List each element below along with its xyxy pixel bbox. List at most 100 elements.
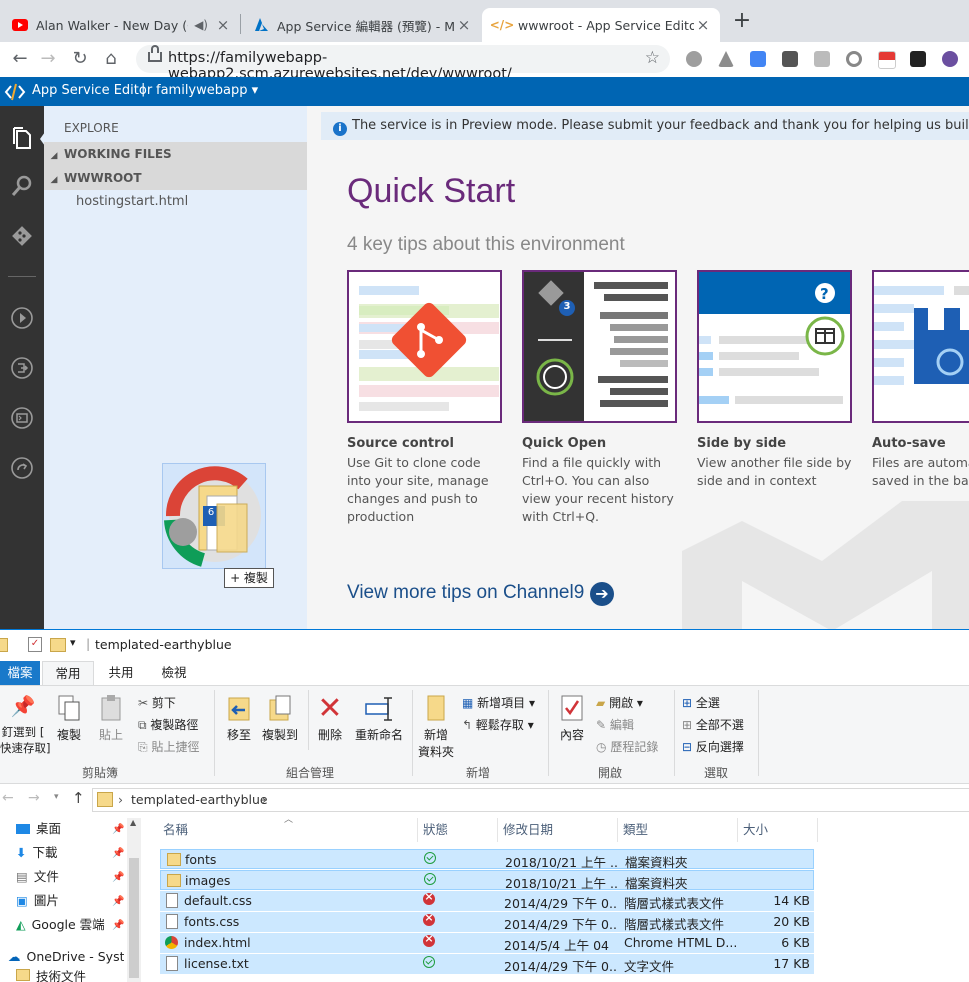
file-row[interactable]: index.html 2014/5/4 上午 04 Chrome HTML D.… bbox=[160, 933, 814, 953]
history-button[interactable]: ◷ 歷程記錄 bbox=[596, 738, 658, 755]
nav-item-desktop[interactable]: 桌面 bbox=[16, 818, 61, 840]
translate-extension-icon[interactable] bbox=[750, 51, 766, 67]
column-name[interactable]: 名稱 bbox=[158, 818, 418, 842]
home-icon[interactable]: ⌂ bbox=[99, 47, 123, 71]
select-all-button[interactable]: ⊞ 全選 bbox=[682, 694, 720, 711]
pin-icon[interactable]: 📌 bbox=[112, 848, 124, 859]
tip-card-side-by-side[interactable]: ? bbox=[697, 270, 852, 423]
extension-icon[interactable] bbox=[846, 51, 862, 67]
chevron-right-icon[interactable]: › bbox=[262, 792, 267, 807]
profile-avatar[interactable] bbox=[942, 51, 958, 67]
run-icon[interactable] bbox=[0, 298, 44, 338]
properties-icon[interactable]: ✓ bbox=[28, 637, 42, 652]
invert-selection-button[interactable]: ⊟ 反向選擇 bbox=[682, 738, 744, 755]
reload-icon[interactable]: ↻ bbox=[68, 47, 92, 71]
tab-share[interactable]: 共用 bbox=[96, 661, 146, 685]
forward-icon[interactable]: → bbox=[28, 790, 40, 806]
output-icon[interactable] bbox=[0, 348, 44, 388]
file-row[interactable]: images 2018/10/21 上午 ... 檔案資料夾 bbox=[160, 870, 814, 891]
tab-view[interactable]: 檢視 bbox=[148, 661, 200, 685]
explorer-address-bar[interactable]: › templated-earthyblue › bbox=[92, 788, 969, 812]
file-row[interactable]: default.css 2014/4/29 下午 0... 階層式樣式表文件 1… bbox=[160, 891, 814, 911]
scroll-up-icon[interactable]: ▲ bbox=[130, 818, 136, 827]
back-icon[interactable]: ← bbox=[2, 790, 14, 806]
new-tab-button[interactable]: + bbox=[730, 10, 754, 34]
tip-card-quick-open[interactable]: 3 bbox=[522, 270, 677, 423]
open-remote-icon[interactable] bbox=[0, 448, 44, 488]
column-size[interactable]: 大小 bbox=[738, 818, 818, 842]
column-type[interactable]: 類型 bbox=[618, 818, 738, 842]
select-none-button[interactable]: ⊞ 全部不選 bbox=[682, 716, 744, 733]
nav-scrollbar[interactable]: ▲ bbox=[127, 818, 141, 982]
arrow-right-icon[interactable]: ➔ bbox=[590, 582, 614, 606]
up-icon[interactable]: ↑ bbox=[72, 789, 85, 807]
tip-card-auto-save[interactable] bbox=[872, 270, 969, 423]
file-row[interactable]: fonts 2018/10/21 上午 ... 檔案資料夾 bbox=[160, 849, 814, 870]
speaker-icon[interactable]: ◀) bbox=[194, 18, 208, 32]
cut-button[interactable]: ✂ 剪下 bbox=[138, 694, 176, 711]
more-tips-link[interactable]: View more tips on Channel9 bbox=[347, 582, 584, 604]
open-button[interactable]: ▰ 開啟 ▾ bbox=[596, 694, 643, 711]
address-bar[interactable]: https://familywebapp-webapp2.scm.azurewe… bbox=[136, 45, 670, 82]
file-hostingstart[interactable]: hostingstart.html bbox=[76, 194, 188, 209]
forward-icon[interactable]: → bbox=[36, 47, 60, 71]
nav-item-google-drive[interactable]: ◭ Google 雲端 bbox=[16, 914, 105, 936]
browser-tab-youtube[interactable]: Alan Walker - New Day (Offi ◀) × bbox=[0, 8, 240, 42]
nav-item-tech-docs[interactable]: 技術文件 bbox=[16, 966, 86, 982]
extension-icon[interactable] bbox=[910, 51, 926, 67]
new-folder-button[interactable]: 新增 資料夾 bbox=[416, 694, 456, 760]
pin-icon[interactable]: 📌 bbox=[112, 824, 124, 835]
delete-button[interactable]: ✕ 刪除 bbox=[314, 694, 346, 743]
close-icon[interactable]: × bbox=[694, 16, 712, 34]
wwwroot-section[interactable]: ◢ WWWROOT bbox=[44, 166, 307, 190]
column-modified[interactable]: 修改日期 bbox=[498, 818, 618, 842]
git-icon[interactable] bbox=[0, 216, 44, 256]
pin-icon[interactable]: 📌 bbox=[112, 872, 124, 883]
properties-button[interactable]: 內容 bbox=[556, 694, 588, 743]
scrollbar-thumb[interactable] bbox=[129, 858, 139, 978]
pdf-extension-icon[interactable] bbox=[814, 51, 830, 67]
browser-tab-active[interactable]: </> wwwroot - App Service Editor × bbox=[482, 8, 720, 42]
back-icon[interactable]: ← bbox=[8, 47, 32, 71]
new-folder-icon[interactable] bbox=[50, 638, 66, 652]
working-files-section[interactable]: ◢ WORKING FILES bbox=[44, 142, 307, 166]
nav-item-documents[interactable]: ▤ 文件 bbox=[16, 866, 59, 888]
nav-item-downloads[interactable]: ⬇ 下載 bbox=[16, 842, 58, 864]
pin-icon[interactable]: 📌 bbox=[112, 896, 124, 907]
column-status[interactable]: 狀態 bbox=[418, 818, 498, 842]
recent-dropdown-icon[interactable]: ▾ bbox=[54, 792, 59, 802]
paste-shortcut-button[interactable]: ⎘ 貼上捷徑 bbox=[138, 738, 199, 755]
new-item-button[interactable]: ▦ 新增項目 ▾ bbox=[462, 694, 535, 711]
bookmark-star-icon[interactable]: ☆ bbox=[645, 48, 660, 68]
file-row[interactable]: fonts.css 2014/4/29 下午 0... 階層式樣式表文件 20 … bbox=[160, 912, 814, 932]
copy-button[interactable]: 複製 bbox=[52, 694, 86, 743]
paste-button[interactable]: 貼上 bbox=[94, 694, 128, 743]
quick-access-dropdown-icon[interactable]: ▾ bbox=[70, 636, 76, 649]
nav-item-onedrive[interactable]: ☁ OneDrive - Syste bbox=[8, 946, 124, 968]
move-to-button[interactable]: 移至 bbox=[222, 694, 256, 743]
console-icon[interactable] bbox=[0, 398, 44, 438]
breadcrumb[interactable]: templated-earthyblue bbox=[131, 792, 268, 807]
file-row[interactable]: license.txt 2014/4/29 下午 0... 文字文件 17 KB bbox=[160, 954, 814, 974]
close-icon[interactable]: × bbox=[455, 16, 473, 34]
close-icon[interactable]: × bbox=[214, 16, 232, 34]
extension-icon[interactable] bbox=[686, 51, 702, 67]
tip-card-source-control[interactable] bbox=[347, 270, 502, 423]
flag-extension-icon[interactable] bbox=[878, 51, 896, 69]
site-selector[interactable]: familywebapp ▾ bbox=[156, 83, 258, 98]
copy-path-button[interactable]: ⧉ 複製路徑 bbox=[138, 716, 198, 733]
nav-label: 文件 bbox=[33, 869, 59, 884]
browser-tab-azure[interactable]: App Service 編輯器 (預覽) - Micr × bbox=[241, 8, 481, 42]
search-icon[interactable] bbox=[0, 166, 44, 206]
extension-icon[interactable] bbox=[782, 51, 798, 67]
nav-item-pictures[interactable]: ▣ 圖片 bbox=[16, 890, 59, 912]
explore-icon[interactable] bbox=[0, 118, 44, 158]
tab-file[interactable]: 檔案 bbox=[0, 661, 40, 685]
pin-quick-access-button[interactable]: 📌 釘選到 [ 快速存取] bbox=[0, 694, 51, 756]
edit-button[interactable]: ✎ 編輯 bbox=[596, 716, 634, 733]
tab-home[interactable]: 常用 bbox=[42, 661, 94, 685]
easy-access-button[interactable]: ↰ 輕鬆存取 ▾ bbox=[462, 716, 534, 733]
rename-button[interactable]: 重新命名 bbox=[352, 694, 406, 743]
pin-icon[interactable]: 📌 bbox=[112, 920, 124, 931]
copy-to-button[interactable]: 複製到 bbox=[260, 694, 300, 743]
